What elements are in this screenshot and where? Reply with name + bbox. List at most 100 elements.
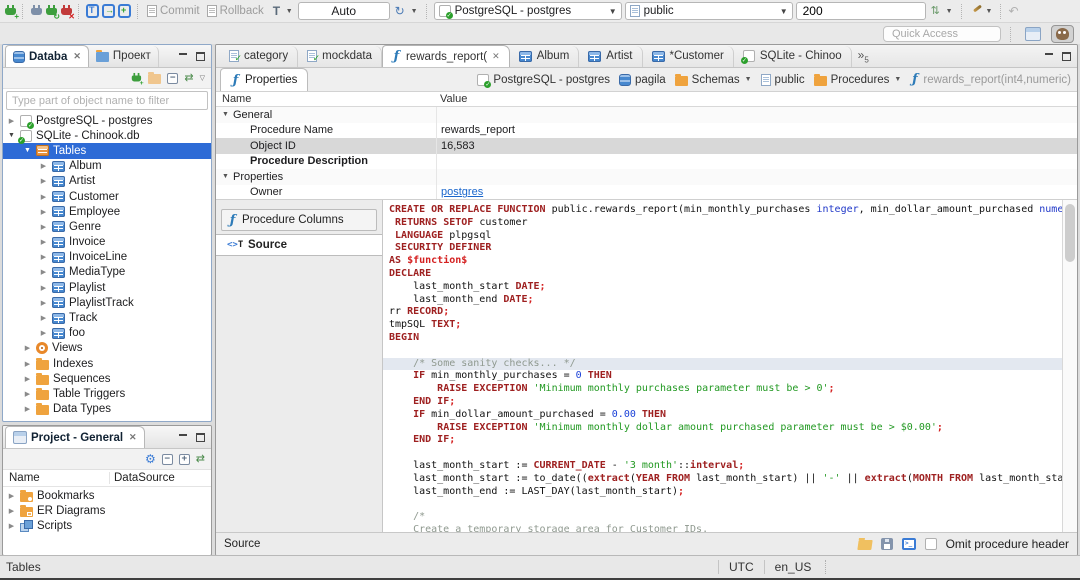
open-perspective-button[interactable] xyxy=(1021,24,1045,44)
expand-arrow-icon[interactable]: ▶ xyxy=(23,375,32,383)
minimize-icon[interactable] xyxy=(178,433,189,442)
project-item-bookmarks[interactable]: ▶ Bookmarks xyxy=(3,488,211,503)
rollback-button[interactable]: Rollback xyxy=(205,1,266,21)
tree-item-mediatype[interactable]: ▶ MediaType xyxy=(3,265,211,280)
tree-item-playlisttrack[interactable]: ▶ PlaylistTrack xyxy=(3,295,211,310)
editor-tab-category[interactable]: category xyxy=(220,45,299,67)
txn-log-button[interactable]: ↻ ▼ xyxy=(393,1,420,21)
scrollbar[interactable] xyxy=(1062,200,1077,532)
maximize-icon[interactable] xyxy=(196,51,205,61)
expand-arrow-icon[interactable]: ▶ xyxy=(39,329,48,337)
expand-all-icon[interactable]: + xyxy=(178,453,190,465)
chevron-down-icon[interactable]: ▼ xyxy=(745,76,752,83)
expand-arrow-icon[interactable]: ▼ xyxy=(23,147,32,154)
gear-icon[interactable]: ⚙ xyxy=(145,453,156,465)
close-icon[interactable]: ✕ xyxy=(129,432,137,443)
tree-item-album[interactable]: ▶ Album xyxy=(3,159,211,174)
close-icon[interactable]: ✕ xyxy=(492,51,500,62)
editor-tab-artist[interactable]: Artist xyxy=(579,45,643,67)
tree-item-playlist[interactable]: ▶ Playlist xyxy=(3,280,211,295)
tree-item-employee[interactable]: ▶ Employee xyxy=(3,204,211,219)
expand-arrow-icon[interactable]: ▶ xyxy=(39,162,48,170)
schema-combo[interactable]: public ▼ xyxy=(624,2,793,20)
breadcrumb-item-rewards-report-int4-numeric[interactable]: ƒ rewards_report(int4,numeric) xyxy=(910,72,1071,87)
new-folder-icon[interactable] xyxy=(148,72,162,84)
load-from-file-icon[interactable] xyxy=(856,540,873,550)
column-value[interactable]: Value xyxy=(436,93,1077,105)
editor-tab-rewards-report[interactable]: ƒ rewards_report(✕ xyxy=(381,45,510,67)
property-row-procedure-description[interactable]: Procedure Description xyxy=(216,153,1077,169)
expand-arrow-icon[interactable]: ▶ xyxy=(39,238,48,246)
new-sql-editor-icon[interactable] xyxy=(118,4,131,18)
tab-database-navigator[interactable]: Databa ✕ xyxy=(5,45,89,67)
tree-item-track[interactable]: ▶ Track xyxy=(3,310,211,325)
column-datasource[interactable]: DataSource xyxy=(109,472,211,484)
tree-item-sequences[interactable]: ▶ Sequences xyxy=(3,371,211,386)
scrollbar-thumb[interactable] xyxy=(1065,204,1075,262)
property-row-owner[interactable]: Owner postgres xyxy=(216,184,1077,199)
tab-overflow[interactable]: »5 xyxy=(852,48,875,64)
expand-arrow-icon[interactable]: ▶ xyxy=(7,522,16,530)
tree-item-data-types[interactable]: ▶ Data Types xyxy=(3,402,211,417)
expand-arrow-icon[interactable]: ▼ xyxy=(222,173,230,180)
edit-button[interactable]: ▼ xyxy=(969,1,995,21)
expand-arrow-icon[interactable]: ▶ xyxy=(39,193,48,201)
breadcrumb-item-pagila[interactable]: pagila xyxy=(618,73,666,86)
property-row-object-id[interactable]: Object ID 16,583 xyxy=(216,138,1077,154)
tree-item-tables[interactable]: ▼ Tables xyxy=(3,143,211,159)
commit-button[interactable]: Commit xyxy=(145,1,202,21)
tree-item-invoiceline[interactable]: ▶ InvoiceLine xyxy=(3,250,211,265)
tree-item-indexes[interactable]: ▶ Indexes xyxy=(3,356,211,371)
undo-icon[interactable]: ↶ xyxy=(1008,4,1020,18)
breadcrumb-item-procedures[interactable]: Procedures ▼ xyxy=(813,73,901,86)
tree-item-postgresql-postgres[interactable]: ▶ PostgreSQL - postgres xyxy=(3,113,211,129)
expand-arrow-icon[interactable]: ▶ xyxy=(23,405,32,413)
expand-arrow-icon[interactable]: ▶ xyxy=(23,344,32,352)
tree-item-foo[interactable]: ▶ foo xyxy=(3,326,211,341)
section-source[interactable]: <>T Source xyxy=(216,234,382,256)
locale-indicator[interactable]: en_US xyxy=(763,560,822,574)
tab-properties[interactable]: ƒ Properties xyxy=(220,68,309,91)
editor-tab-album[interactable]: Album xyxy=(510,45,580,67)
expand-arrow-icon[interactable]: ▶ xyxy=(23,390,32,398)
maximize-icon[interactable] xyxy=(1062,51,1071,61)
tree-item-genre[interactable]: ▶ Genre xyxy=(3,219,211,234)
tree-item-invoice[interactable]: ▶ Invoice xyxy=(3,235,211,250)
column-name[interactable]: Name xyxy=(3,472,109,484)
expand-arrow-icon[interactable]: ▶ xyxy=(23,360,32,368)
view-menu-icon[interactable]: ▽ xyxy=(200,74,205,82)
dbeaver-perspective-button[interactable] xyxy=(1051,24,1074,44)
link-editor-icon[interactable]: ⇄ xyxy=(196,453,205,465)
tab-projects[interactable]: Проект xyxy=(89,45,159,67)
persist-console-icon[interactable]: >_ xyxy=(901,538,916,550)
tree-item-sqlite-chinook-db[interactable]: ▼ SQLite - Chinook.db xyxy=(3,128,211,144)
quick-access-input[interactable] xyxy=(883,26,1001,42)
maximize-icon[interactable] xyxy=(196,432,205,442)
breadcrumb-item-schemas[interactable]: Schemas ▼ xyxy=(674,73,752,86)
minimize-icon[interactable] xyxy=(1044,52,1055,61)
expand-arrow-icon[interactable]: ▶ xyxy=(39,314,48,322)
property-row-procedure-name[interactable]: Procedure Name rewards_report xyxy=(216,122,1077,138)
source-editor[interactable]: CREATE OR REPLACE FUNCTION public.reward… xyxy=(383,200,1077,532)
chevron-down-icon[interactable]: ▼ xyxy=(894,76,901,83)
omit-header-checkbox[interactable] xyxy=(924,538,937,550)
txn-mode-button[interactable]: ▼ xyxy=(269,1,295,21)
tree-item-table-triggers[interactable]: ▶ Table Triggers xyxy=(3,386,211,401)
minimize-icon[interactable] xyxy=(178,52,189,61)
expand-arrow-icon[interactable]: ▶ xyxy=(7,507,16,515)
save-to-file-icon[interactable] xyxy=(880,538,893,550)
collapse-all-icon[interactable]: − xyxy=(161,453,173,465)
expand-arrow-icon[interactable]: ▼ xyxy=(222,111,230,118)
navigator-filter-input[interactable] xyxy=(6,91,208,110)
commit-mode-combo[interactable]: Auto xyxy=(297,2,390,20)
connect-icon[interactable] xyxy=(30,4,42,18)
project-item-er-diagrams[interactable]: ▶ ER Diagrams xyxy=(3,503,211,518)
owner-link[interactable]: postgres xyxy=(441,186,483,198)
close-icon[interactable]: ✕ xyxy=(73,51,81,62)
new-connection-icon[interactable]: + xyxy=(131,72,144,86)
reconnect-icon[interactable]: ↻ xyxy=(45,4,60,20)
breadcrumb-item-public[interactable]: public xyxy=(760,73,805,86)
project-item-scripts[interactable]: ▶ Scripts xyxy=(3,518,211,533)
expand-arrow-icon[interactable]: ▶ xyxy=(39,284,48,292)
open-sql-console-icon[interactable] xyxy=(102,4,115,18)
